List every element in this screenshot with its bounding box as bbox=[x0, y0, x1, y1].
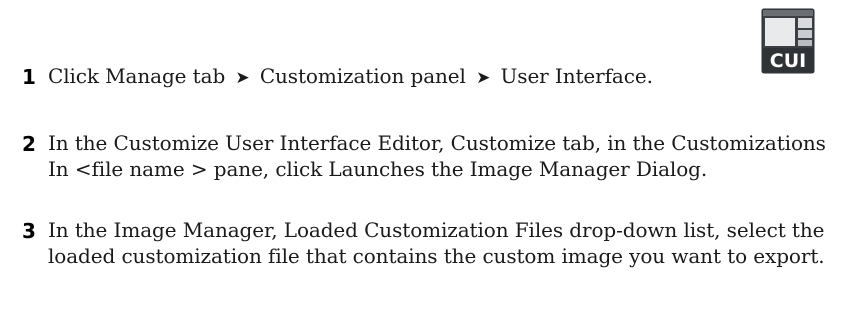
step-1-part-1: Click Manage tab bbox=[48, 64, 226, 88]
step-1-part-3: User Interface. bbox=[500, 64, 653, 88]
step-number: 2 bbox=[22, 132, 36, 156]
step-text: Click Manage tab ➤ Customization panel ➤… bbox=[48, 63, 848, 91]
arrow-icon: ➤ bbox=[235, 68, 250, 88]
step-1-part-2: Customization panel bbox=[259, 64, 466, 88]
step-text: In the Image Manager, Loaded Customizati… bbox=[48, 218, 825, 268]
step-number: 1 bbox=[22, 65, 36, 89]
arrow-icon: ➤ bbox=[476, 68, 491, 88]
step-number: 3 bbox=[22, 219, 36, 243]
step-text: In the Customize User Interface Editor, … bbox=[48, 131, 826, 181]
